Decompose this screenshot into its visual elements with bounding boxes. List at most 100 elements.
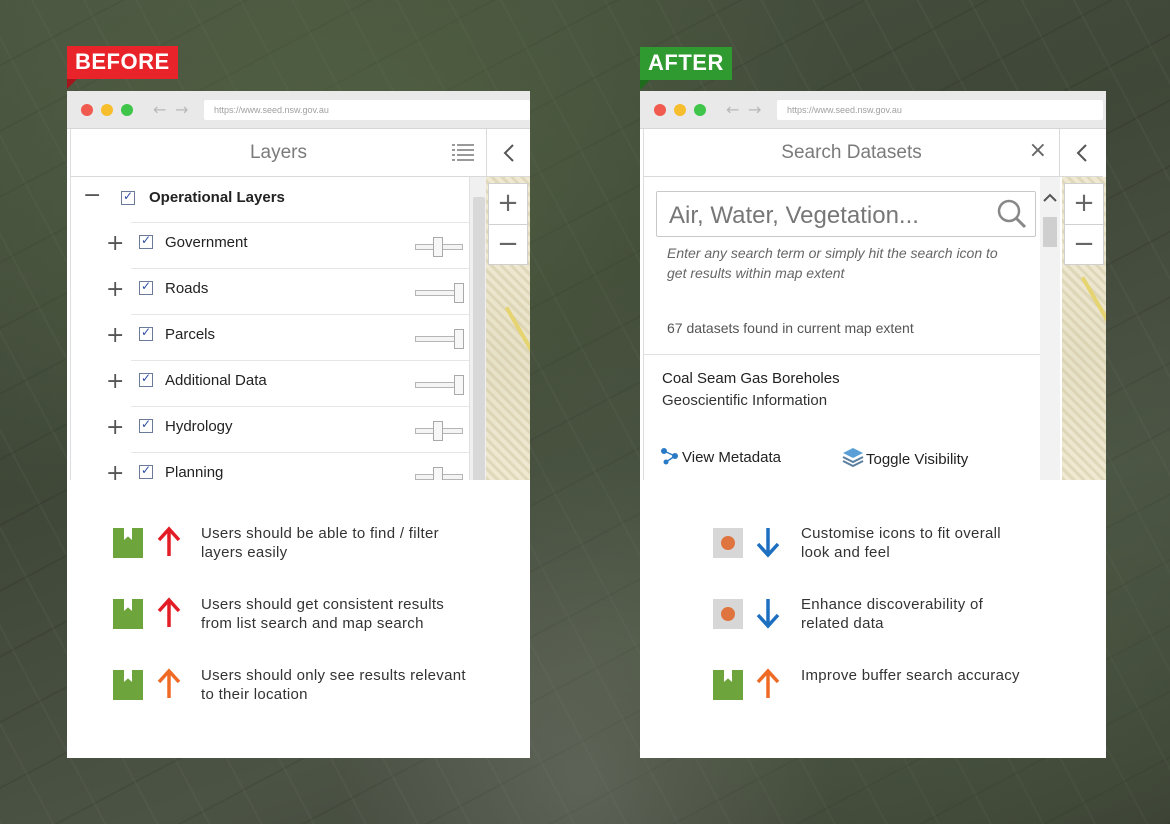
slider-knob[interactable] bbox=[433, 237, 444, 257]
note-text: Customise icons to fit overall look and f… bbox=[801, 525, 1001, 561]
expand-plus-icon[interactable]: + bbox=[106, 323, 124, 348]
address-bar[interactable]: https://www.seed.nsw.gov.au bbox=[777, 100, 1103, 120]
search-icon[interactable] bbox=[997, 199, 1027, 229]
slider-knob[interactable] bbox=[454, 329, 464, 349]
expand-plus-icon[interactable]: + bbox=[106, 277, 124, 302]
layer-row: + Government bbox=[71, 223, 469, 269]
map-app: Layers − Operational Layers +Governmen bbox=[67, 129, 530, 480]
address-bar[interactable]: https://www.seed.nsw.gov.au bbox=[204, 100, 530, 120]
slider-knob[interactable] bbox=[454, 283, 464, 303]
minimize-window-dot[interactable] bbox=[674, 104, 686, 116]
after-label: AFTER bbox=[640, 47, 732, 90]
zoom-out-button[interactable]: − bbox=[1065, 224, 1103, 264]
layer-label: Roads bbox=[165, 280, 209, 297]
collapse-minus-icon[interactable]: − bbox=[83, 183, 101, 208]
opacity-slider[interactable] bbox=[415, 375, 464, 395]
close-icon[interactable]: × bbox=[1029, 138, 1047, 163]
zoom-out-button[interactable]: − bbox=[489, 224, 527, 264]
zoom-in-button[interactable]: + bbox=[489, 184, 527, 224]
layer-label: Parcels bbox=[165, 326, 216, 343]
minimize-window-dot[interactable] bbox=[101, 104, 113, 116]
slider-knob[interactable] bbox=[454, 375, 464, 395]
view-metadata-button[interactable]: View Metadata bbox=[660, 447, 781, 466]
search-input[interactable]: Air, Water, Vegetation... bbox=[656, 191, 1036, 237]
slider-knob[interactable] bbox=[433, 421, 444, 441]
forward-arrow-icon[interactable]: → bbox=[175, 100, 188, 119]
before-label: BEFORE bbox=[67, 46, 178, 89]
result-category: Geoscientific Information bbox=[662, 392, 828, 409]
note-text: Users should be able to find / filter lay… bbox=[201, 525, 439, 561]
maximize-window-dot[interactable] bbox=[694, 104, 706, 116]
panel-title: Search Datasets bbox=[781, 142, 922, 163]
layer-row: + Roads bbox=[71, 269, 469, 315]
opacity-slider[interactable] bbox=[415, 237, 463, 257]
layer-group-label: Operational Layers bbox=[149, 189, 285, 206]
layers-scrollbar[interactable] bbox=[469, 177, 487, 480]
panel-header: Search Datasets × bbox=[644, 129, 1059, 177]
result-title[interactable]: Coal Seam Gas Boreholes bbox=[662, 370, 840, 387]
layer-label: Government bbox=[165, 234, 248, 251]
map-view[interactable]: + − bbox=[486, 177, 530, 480]
opacity-slider[interactable] bbox=[415, 467, 463, 480]
layer-group-row: − Operational Layers bbox=[71, 177, 469, 223]
expand-plus-icon[interactable]: + bbox=[106, 461, 124, 480]
before-panel: ← → https://www.seed.nsw.gov.au Layers − bbox=[67, 91, 530, 758]
layers-panel: Layers − Operational Layers +Governmen bbox=[70, 129, 487, 480]
search-datasets-panel: Search Datasets × Air, Water, Vegetation… bbox=[643, 129, 1060, 480]
list-icon[interactable] bbox=[452, 143, 474, 161]
note-text: Improve buffer search accuracy bbox=[801, 667, 1020, 684]
note-text: Users should only see results relevant to… bbox=[201, 667, 466, 703]
layer-row: + Additional Data bbox=[71, 361, 469, 407]
layer-checkbox[interactable] bbox=[139, 463, 153, 479]
arrow-up-icon bbox=[157, 526, 181, 556]
layer-label: Additional Data bbox=[165, 372, 267, 389]
after-panel: ← → https://www.seed.nsw.gov.au Search D… bbox=[640, 91, 1106, 758]
layer-checkbox[interactable] bbox=[139, 325, 153, 341]
layer-checkbox[interactable] bbox=[139, 233, 153, 249]
note-text: Users should get consistent results from … bbox=[201, 596, 445, 632]
scroll-thumb[interactable] bbox=[473, 197, 485, 480]
opacity-slider[interactable] bbox=[415, 421, 463, 441]
network-icon bbox=[661, 448, 678, 465]
expand-plus-icon[interactable]: + bbox=[106, 231, 124, 256]
panel-header: Layers bbox=[71, 129, 486, 177]
close-window-dot[interactable] bbox=[654, 104, 666, 116]
bookmark-icon bbox=[113, 528, 143, 558]
chevron-up-icon[interactable] bbox=[1040, 191, 1060, 205]
layer-checkbox[interactable] bbox=[139, 371, 153, 387]
collapse-panel-button[interactable] bbox=[1059, 129, 1103, 177]
dot-icon bbox=[713, 599, 743, 629]
results-scrollbar[interactable] bbox=[1040, 177, 1060, 480]
layer-checkbox[interactable] bbox=[139, 279, 153, 295]
maximize-window-dot[interactable] bbox=[121, 104, 133, 116]
forward-arrow-icon[interactable]: → bbox=[748, 100, 761, 119]
opacity-slider[interactable] bbox=[415, 283, 464, 303]
toggle-visibility-button[interactable]: Toggle Visibility bbox=[842, 447, 968, 468]
browser-chrome: ← → https://www.seed.nsw.gov.au bbox=[640, 91, 1106, 129]
note-text: Enhance discoverability of related data bbox=[801, 596, 984, 632]
opacity-slider[interactable] bbox=[415, 329, 464, 349]
collapse-panel-button[interactable] bbox=[486, 129, 530, 177]
dot-icon bbox=[713, 528, 743, 558]
map-app: Search Datasets × Air, Water, Vegetation… bbox=[640, 129, 1106, 480]
map-view[interactable]: + − bbox=[1062, 177, 1106, 480]
expand-plus-icon[interactable]: + bbox=[106, 369, 124, 394]
bookmark-icon bbox=[713, 670, 743, 700]
layer-checkbox[interactable] bbox=[121, 189, 135, 205]
expand-plus-icon[interactable]: + bbox=[106, 415, 124, 440]
layer-row: + Planning bbox=[71, 453, 469, 480]
zoom-in-button[interactable]: + bbox=[1065, 184, 1103, 224]
search-hint: Enter any search term or simply hit the … bbox=[667, 245, 998, 281]
back-arrow-icon[interactable]: ← bbox=[726, 100, 739, 119]
scroll-thumb[interactable] bbox=[1043, 217, 1057, 247]
layer-checkbox[interactable] bbox=[139, 417, 153, 433]
arrow-up-icon bbox=[157, 597, 181, 627]
arrow-down-icon bbox=[756, 599, 780, 629]
layer-row: + Parcels bbox=[71, 315, 469, 361]
back-arrow-icon[interactable]: ← bbox=[153, 100, 166, 119]
slider-knob[interactable] bbox=[433, 467, 444, 480]
bookmark-icon bbox=[113, 599, 143, 629]
layers-icon bbox=[842, 448, 864, 468]
close-window-dot[interactable] bbox=[81, 104, 93, 116]
layer-row: + Hydrology bbox=[71, 407, 469, 453]
